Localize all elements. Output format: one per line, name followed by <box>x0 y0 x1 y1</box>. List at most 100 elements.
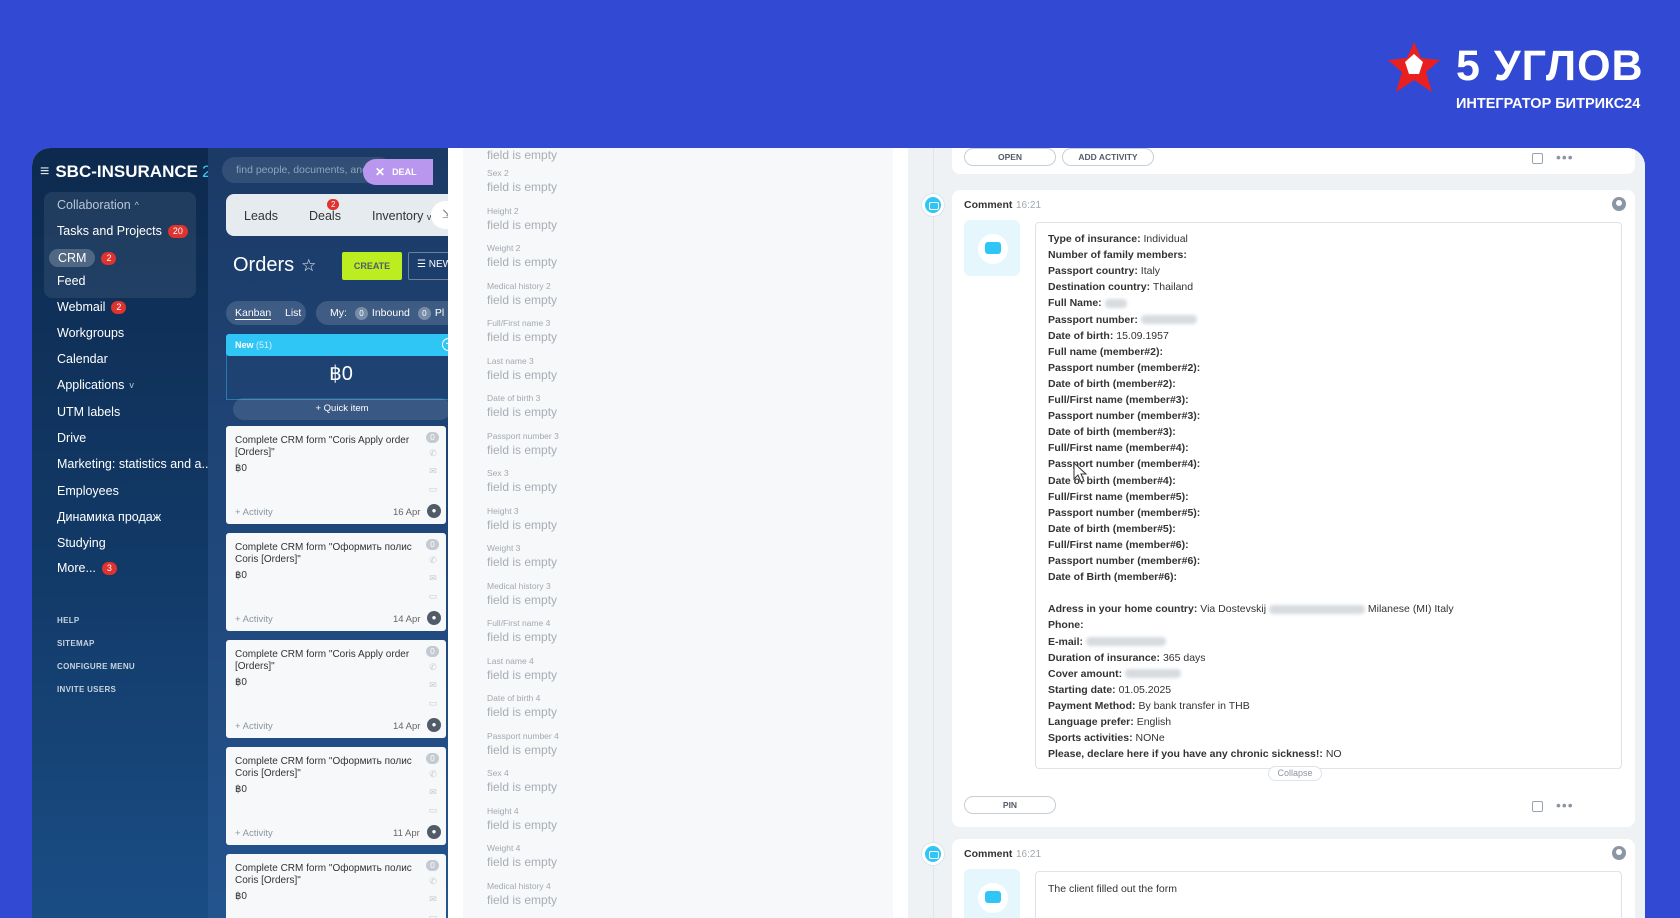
card-title[interactable]: Complete CRM form "Оформить полис Coris … <box>235 542 415 566</box>
field-value[interactable]: field is empty <box>487 405 557 419</box>
quick-item-button[interactable]: + Quick item <box>233 398 448 420</box>
field-value[interactable]: field is empty <box>487 180 557 194</box>
kanban-card[interactable]: Complete CRM form "Оформить полис Coris … <box>226 854 446 918</box>
mail-icon[interactable]: ✉ <box>427 787 439 797</box>
phone-icon[interactable]: ✆ <box>427 448 439 458</box>
field-value[interactable]: field is empty <box>487 630 557 644</box>
kanban-card[interactable]: Complete CRM form "Оформить полис Coris … <box>226 747 446 845</box>
sidebar-group-label[interactable]: Collaboration ^ <box>57 198 139 212</box>
field-value[interactable]: field is empty <box>487 855 557 869</box>
portal-header[interactable]: ≡ SBC-INSURANCE 24 ⇄ <box>40 162 236 182</box>
field-value[interactable]: field is empty <box>487 705 557 719</box>
mail-icon[interactable]: ✉ <box>427 680 439 690</box>
sidebar-item-more[interactable]: More... 3 <box>57 561 117 575</box>
filter-input[interactable]: ☰ NEW <box>408 252 448 280</box>
more-icon[interactable]: ••• <box>1556 797 1574 813</box>
star-icon[interactable]: ☆ <box>301 256 316 275</box>
phone-icon[interactable]: ✆ <box>427 555 439 565</box>
sidebar-link-sitemap[interactable]: SITEMAP <box>57 639 95 648</box>
field-value[interactable]: field is empty <box>487 818 557 832</box>
menu-icon[interactable]: ≡ <box>40 163 49 181</box>
sidebar-item-webmail[interactable]: Webmail 2 <box>57 300 127 314</box>
note-icon[interactable] <box>1532 801 1543 812</box>
field-value[interactable]: field is empty <box>487 293 557 307</box>
sidebar-item-utm[interactable]: UTM labels <box>57 405 120 419</box>
mail-icon[interactable]: ✉ <box>427 466 439 476</box>
tab-inventory[interactable]: Inventory v <box>372 209 431 223</box>
user-avatar-icon[interactable] <box>1612 197 1626 211</box>
add-activity-button[interactable]: ADD ACTIVITY <box>1062 148 1154 166</box>
comment-line: Starting date: 01.05.2025 <box>1048 683 1172 696</box>
field-value[interactable]: field is empty <box>487 255 557 269</box>
field-value[interactable]: field is empty <box>487 368 557 382</box>
view-kanban[interactable]: Kanban <box>235 307 272 320</box>
chat-icon[interactable]: ▭ <box>427 484 439 494</box>
card-title[interactable]: Complete CRM form "Оформить полис Coris … <box>235 863 415 887</box>
tab-deals[interactable]: Deals <box>309 209 341 223</box>
field-value[interactable]: field is empty <box>487 893 557 907</box>
create-button[interactable]: CREATE <box>342 252 402 280</box>
field-value[interactable]: field is empty <box>487 743 557 757</box>
tab-leads[interactable]: Leads <box>244 209 278 223</box>
phone-icon[interactable]: ✆ <box>427 876 439 886</box>
open-button[interactable]: OPEN <box>964 148 1056 166</box>
card-title[interactable]: Complete CRM form "Coris Apply order [Or… <box>235 649 415 673</box>
responsible-avatar-icon[interactable]: ● <box>427 718 441 732</box>
field-value[interactable]: field is empty <box>487 780 557 794</box>
kanban-card[interactable]: Complete CRM form "Coris Apply order [Or… <box>226 640 446 738</box>
star-logo-icon <box>1388 42 1440 92</box>
sidebar-link-help[interactable]: HELP <box>57 616 80 625</box>
mail-icon[interactable]: ✉ <box>427 573 439 583</box>
kanban-card[interactable]: Complete CRM form "Оформить полис Coris … <box>226 533 446 631</box>
my-activity-filter[interactable]: My: 0 Inbound 0 Pl <box>316 301 448 325</box>
phone-icon[interactable]: ✆ <box>427 769 439 779</box>
close-icon[interactable]: ✕ <box>375 165 385 179</box>
collapse-button[interactable]: Collapse <box>1268 766 1322 781</box>
kanban-card[interactable]: Complete CRM form "Coris Apply order [Or… <box>226 426 446 524</box>
responsible-avatar-icon[interactable]: ● <box>427 504 441 518</box>
sidebar-item-feed[interactable]: Feed <box>57 274 86 288</box>
deal-slider-chip[interactable]: ✕ DEAL <box>363 159 433 185</box>
field-value[interactable]: field is empty <box>487 518 557 532</box>
chat-icon[interactable]: ▭ <box>427 912 439 918</box>
phone-icon[interactable]: ✆ <box>427 662 439 672</box>
field-value[interactable]: field is empty <box>487 218 557 232</box>
sidebar-link-configure-menu[interactable]: CONFIGURE MENU <box>57 662 135 671</box>
more-icon[interactable]: ••• <box>1556 149 1574 165</box>
sidebar-item-applications[interactable]: Applications v <box>57 378 134 392</box>
field-value[interactable]: field is empty <box>487 480 557 494</box>
sidebar-item-marketing[interactable]: Marketing: statistics and a... <box>57 457 212 471</box>
chat-icon[interactable]: ▭ <box>427 698 439 708</box>
sidebar-item-crm[interactable]: CRM 2 <box>49 249 117 267</box>
field-value[interactable]: field is empty <box>487 668 557 682</box>
chat-icon[interactable]: ▭ <box>427 805 439 815</box>
download-icon[interactable]: ⇲ <box>431 201 448 229</box>
sidebar-item-employees[interactable]: Employees <box>57 484 119 498</box>
comment-line: Date of birth (member#3): <box>1048 426 1176 439</box>
responsible-avatar-icon[interactable]: ● <box>427 825 441 839</box>
add-activity-link[interactable]: + Activity <box>235 614 273 625</box>
pin-button[interactable]: PIN <box>964 796 1056 814</box>
view-list[interactable]: List <box>285 307 301 319</box>
field-value[interactable]: field is empty <box>487 443 557 457</box>
sidebar-link-invite-users[interactable]: INVITE USERS <box>57 685 116 694</box>
mail-icon[interactable]: ✉ <box>427 894 439 904</box>
add-activity-link[interactable]: + Activity <box>235 721 273 732</box>
sidebar-item-studying[interactable]: Studying <box>57 536 106 550</box>
chat-icon[interactable]: ▭ <box>427 591 439 601</box>
card-title[interactable]: Complete CRM form "Оформить полис Coris … <box>235 756 415 780</box>
sidebar-item-tasks[interactable]: Tasks and Projects 20 <box>57 224 188 238</box>
user-avatar-icon[interactable] <box>1612 846 1626 860</box>
field-value[interactable]: field is empty <box>487 330 557 344</box>
add-activity-link[interactable]: + Activity <box>235 507 273 518</box>
card-title[interactable]: Complete CRM form "Coris Apply order [Or… <box>235 435 415 459</box>
field-value[interactable]: field is empty <box>487 593 557 607</box>
sidebar-item-workgroups[interactable]: Workgroups <box>57 326 124 340</box>
responsible-avatar-icon[interactable]: ● <box>427 611 441 625</box>
sidebar-item-calendar[interactable]: Calendar <box>57 352 108 366</box>
sidebar-item-drive[interactable]: Drive <box>57 431 86 445</box>
sidebar-item-sales-dynamics[interactable]: Динамика продаж <box>57 510 161 524</box>
note-icon[interactable] <box>1532 153 1543 164</box>
field-value[interactable]: field is empty <box>487 555 557 569</box>
add-activity-link[interactable]: + Activity <box>235 828 273 839</box>
